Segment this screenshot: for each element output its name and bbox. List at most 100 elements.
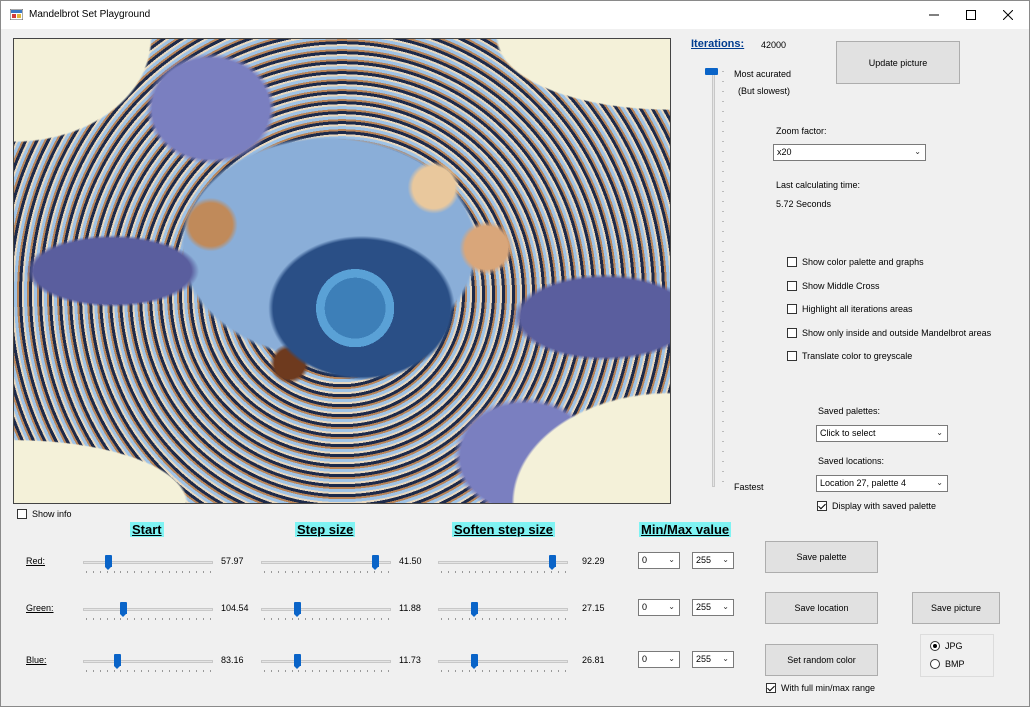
slider-tick [722,81,724,82]
slider-tick [531,670,532,672]
start-slider-ticks [86,571,211,574]
slider-tick [189,618,190,620]
saved-palettes-select[interactable]: Click to select ⌄ [816,425,948,442]
option-highlight-iterations-checkbox[interactable]: Highlight all iterations areas [787,304,913,314]
minimize-button[interactable] [915,1,953,29]
slider-tick [285,670,286,672]
option-inside-outside-checkbox[interactable]: Show only inside and outside Mandelbrot … [787,328,991,338]
min-value-select[interactable]: 0 ⌄ [638,651,680,668]
update-picture-button[interactable]: Update picture [836,41,960,84]
slider-tick [558,670,559,672]
slider-tick [367,618,368,620]
slider-tick [448,670,449,672]
start-slider-thumb[interactable] [120,602,127,617]
step-slider-thumb[interactable] [294,602,301,617]
slider-tick [517,571,518,573]
slider-tick [544,571,545,573]
format-bmp-radio[interactable]: BMP [930,659,965,669]
option-show-palette-checkbox[interactable]: Show color palette and graphs [787,257,924,267]
slider-tick [469,670,470,672]
mandelbrot-picture[interactable] [13,38,671,504]
slider-tick [722,451,724,452]
max-value-select[interactable]: 255 ⌄ [692,651,734,668]
set-random-color-button[interactable]: Set random color [765,644,878,676]
option-greyscale-checkbox[interactable]: Translate color to greyscale [787,351,912,361]
slider-tick [455,618,456,620]
slider-tick [722,251,724,252]
saved-locations-select[interactable]: Location 27, palette 4 ⌄ [816,475,948,492]
step-slider-thumb[interactable] [294,654,301,669]
slider-tick [169,571,170,573]
maximize-button[interactable] [952,1,990,29]
slider-tick [162,571,163,573]
step-value: 11.88 [399,603,421,613]
step-slider-thumb[interactable] [372,555,379,570]
start-slider-thumb[interactable] [105,555,112,570]
slider-tick [722,211,724,212]
slider-tick [531,618,532,620]
slider-tick [326,571,327,573]
slider-tick [367,571,368,573]
start-slider-track[interactable] [83,660,213,663]
soften-slider-thumb[interactable] [471,654,478,669]
app-window: Mandelbrot Set Playground Show info Iter… [0,0,1030,707]
slider-tick [127,618,128,620]
soften-slider-thumb[interactable] [549,555,556,570]
slider-tick [141,618,142,620]
slider-tick [93,618,94,620]
slider-tick [196,670,197,672]
slider-tick [264,618,265,620]
zoom-factor-select[interactable]: x20 ⌄ [773,144,926,161]
start-slider-thumb[interactable] [114,654,121,669]
slider-tick [374,571,375,573]
slider-tick [722,341,724,342]
format-bmp-label: BMP [945,659,965,669]
slider-tick [155,670,156,672]
slider-tick [722,271,724,272]
save-picture-button[interactable]: Save picture [912,592,1000,624]
slider-tick [448,571,449,573]
slider-tick [189,571,190,573]
min-value-select[interactable]: 0 ⌄ [638,552,680,569]
chevron-down-icon: ⌄ [668,654,675,663]
show-info-checkbox[interactable]: Show info [17,509,72,519]
min-value-select[interactable]: 0 ⌄ [638,599,680,616]
slider-tick [210,571,211,573]
start-slider-track[interactable] [83,608,213,611]
slider-tick [360,571,361,573]
save-palette-button[interactable]: Save palette [765,541,878,573]
start-slider-track[interactable] [83,561,213,564]
slider-tick [182,670,183,672]
slider-tick [162,670,163,672]
soften-slider-track[interactable] [438,608,568,611]
soften-slider-thumb[interactable] [471,602,478,617]
picture-region [470,363,670,503]
slider-tick [722,151,724,152]
save-location-button[interactable]: Save location [765,592,878,624]
option-box [787,351,797,361]
slider-tick [537,618,538,620]
full-range-checkbox[interactable]: With full min/max range [766,683,875,693]
display-saved-palette-checkbox[interactable]: Display with saved palette [817,501,936,511]
slider-tick [347,571,348,573]
slider-tick [319,571,320,573]
soften-slider-track[interactable] [438,660,568,663]
iterations-slider-thumb[interactable] [705,68,718,75]
slider-tick [169,670,170,672]
start-slider-ticks [86,618,211,621]
step-slider-track[interactable] [261,608,391,611]
soften-slider-ticks [441,670,566,673]
max-value-select[interactable]: 255 ⌄ [692,599,734,616]
iterations-slider-track[interactable] [712,69,715,487]
close-button[interactable] [989,1,1027,29]
slider-tick [127,571,128,573]
max-value-select[interactable]: 255 ⌄ [692,552,734,569]
slider-tick [360,618,361,620]
option-label: Show color palette and graphs [802,257,924,267]
slider-tick [134,571,135,573]
step-slider-track[interactable] [261,660,391,663]
format-jpg-radio[interactable]: JPG [930,641,963,651]
option-middle-cross-checkbox[interactable]: Show Middle Cross [787,281,880,291]
slider-tick [114,618,115,620]
slider-tick [189,670,190,672]
